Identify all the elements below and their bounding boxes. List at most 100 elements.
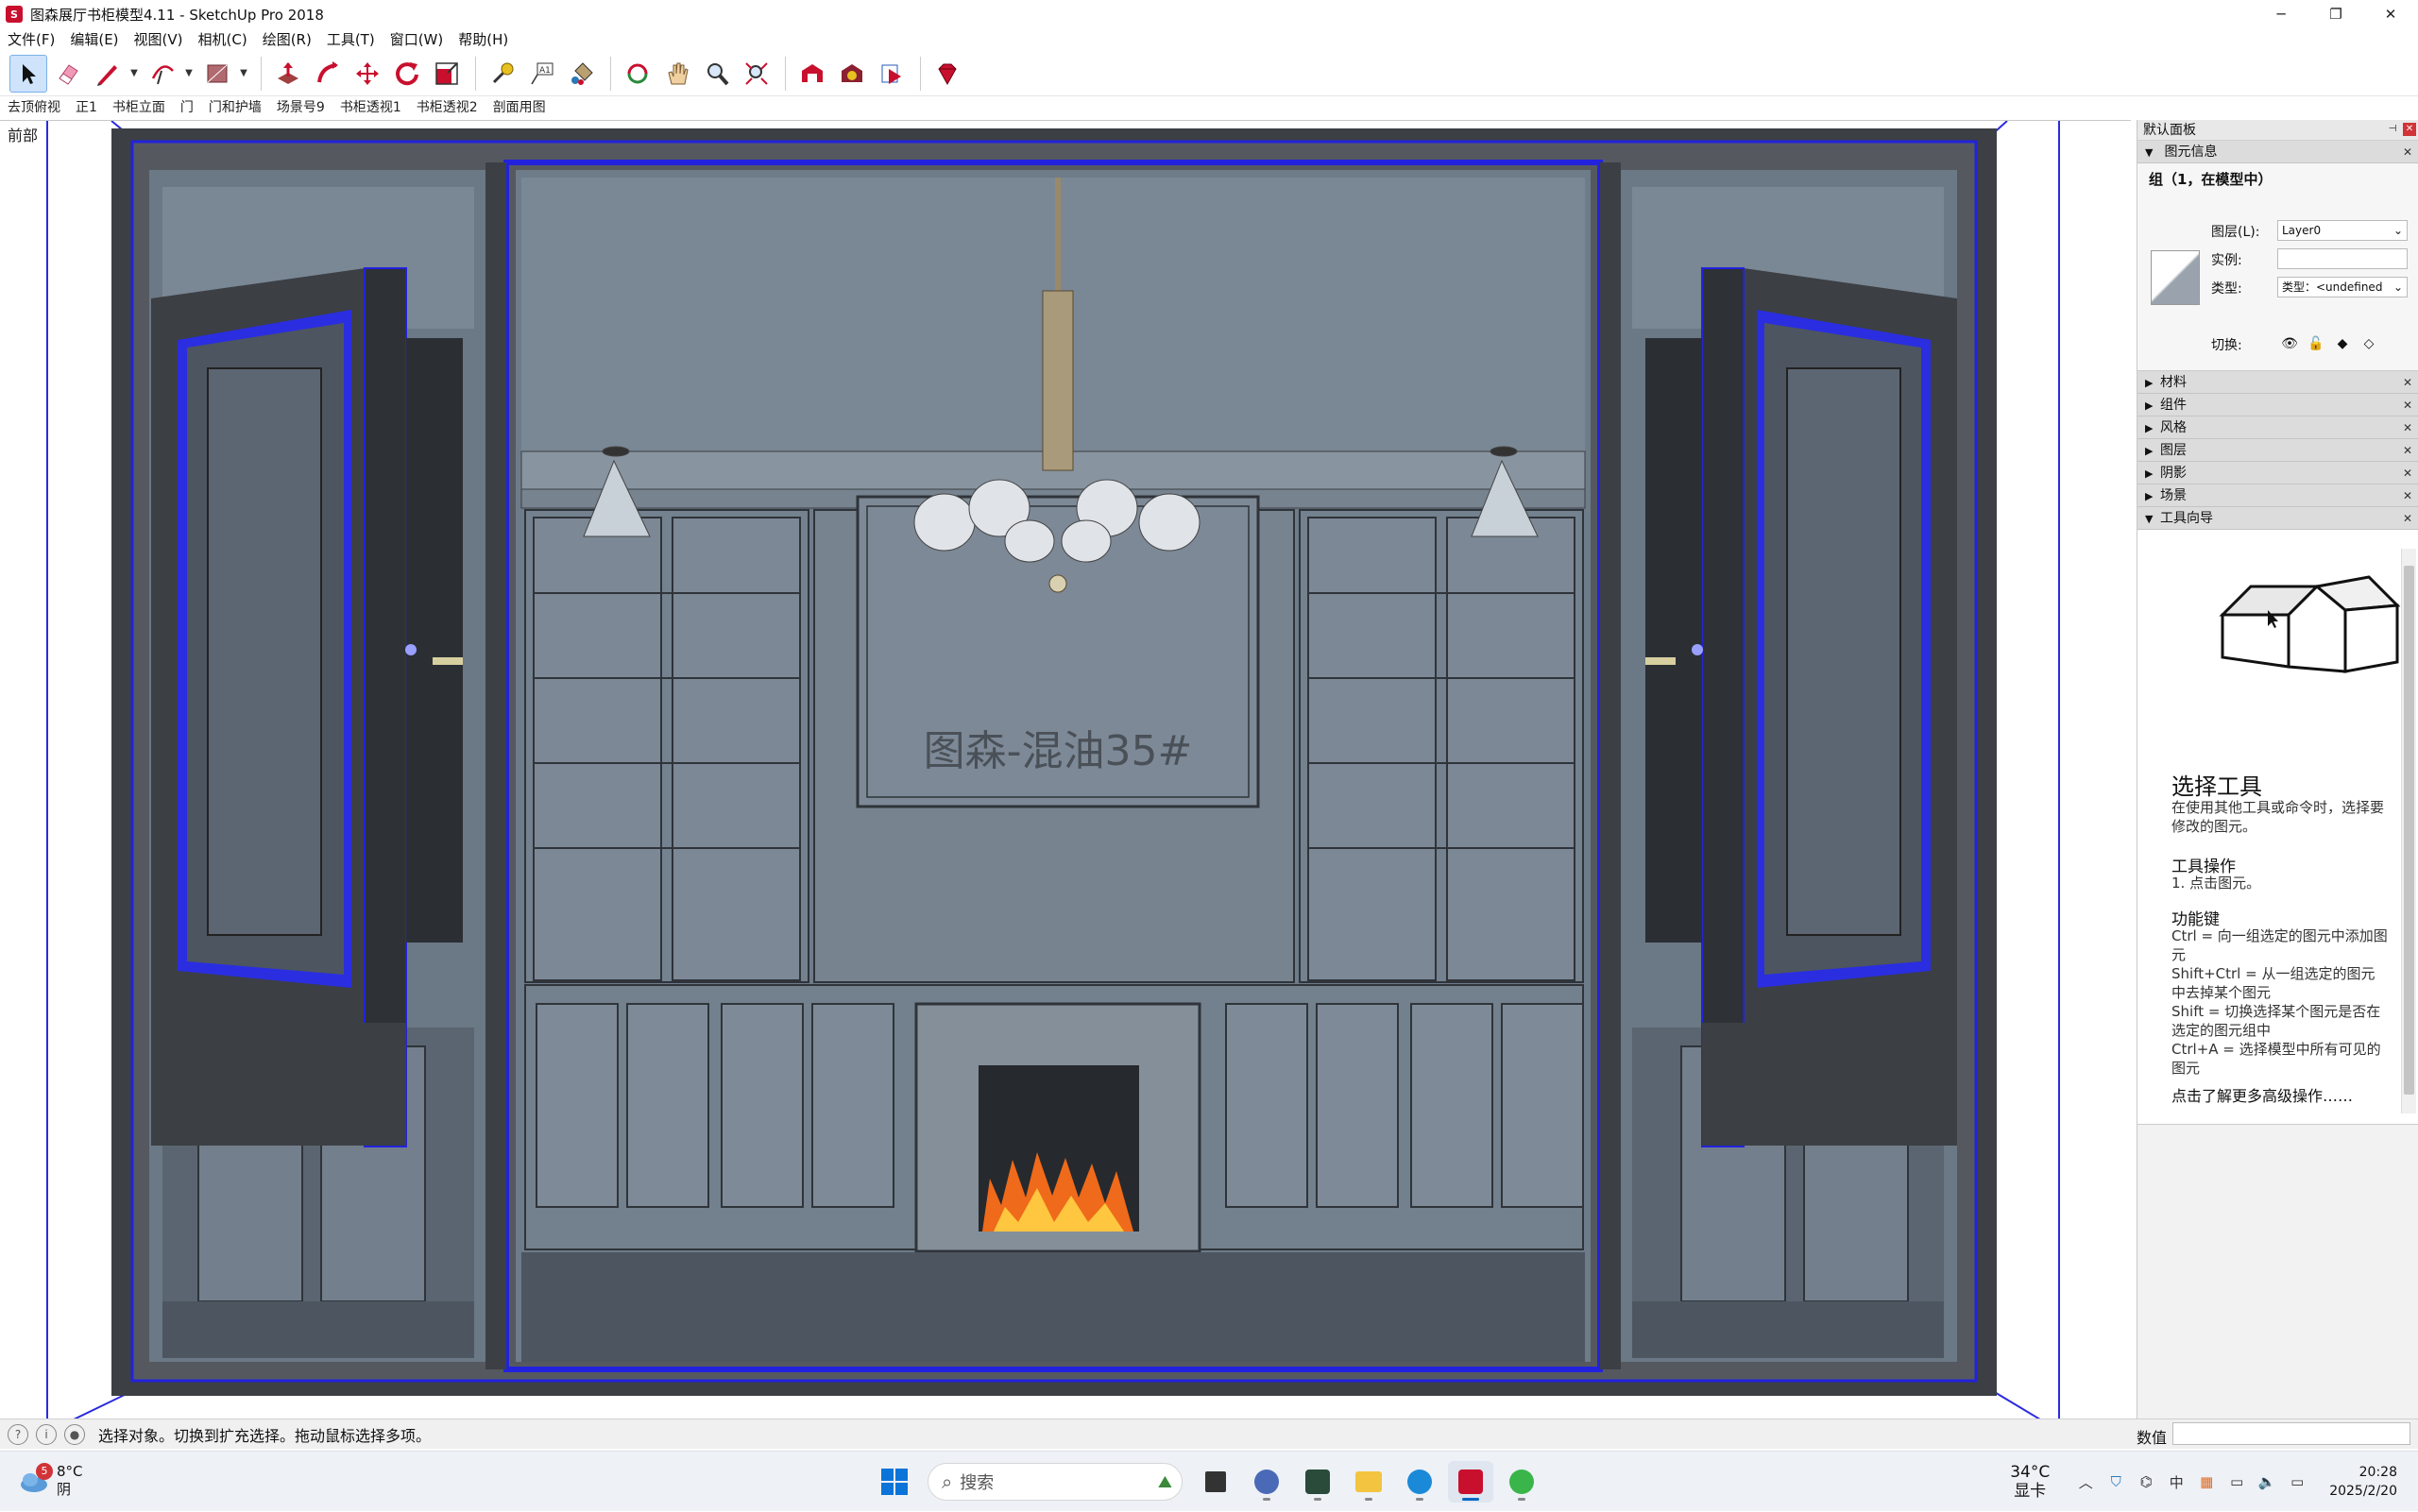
rotate-tool-button[interactable] — [388, 55, 426, 93]
tape-measure-tool-button[interactable] — [484, 55, 521, 93]
taskbar-app-terminal[interactable] — [1295, 1461, 1340, 1503]
shape-tool-button[interactable] — [198, 55, 236, 93]
close-button[interactable]: ✕ — [2363, 0, 2418, 28]
taskbar-app-wechat[interactable] — [1499, 1461, 1544, 1503]
minimize-button[interactable]: ─ — [2254, 0, 2308, 28]
model-render[interactable]: 图森-混油35# — [0, 121, 2131, 1419]
scene-tab[interactable]: 书柜透视2 — [409, 96, 485, 119]
receive-shadows-icon[interactable]: ◆ — [2332, 333, 2353, 354]
tray-materials[interactable]: ▶ 材料 ✕ — [2137, 371, 2418, 394]
instance-input[interactable] — [2277, 248, 2408, 269]
menu-file[interactable]: 文件(F) — [0, 28, 62, 51]
tray-close-icon[interactable]: ✕ — [2403, 462, 2412, 484]
tray-close-icon[interactable]: ✕ — [2403, 439, 2412, 462]
taskbar-app-copilot[interactable] — [1244, 1461, 1289, 1503]
right-bookshelf[interactable] — [1299, 509, 1584, 983]
pan-tool-button[interactable] — [658, 55, 696, 93]
select-tool-button[interactable] — [9, 54, 47, 93]
scene-tab[interactable]: 门和护墙 — [201, 96, 269, 119]
tray-styles[interactable]: ▶ 风格 ✕ — [2137, 416, 2418, 439]
eraser-tool-button[interactable] — [49, 55, 87, 93]
menu-edit[interactable]: 编辑(E) — [62, 28, 126, 51]
start-button[interactable] — [872, 1461, 917, 1503]
right-door-handle[interactable] — [1645, 657, 1676, 665]
show-hidden-icons-chevron-icon[interactable]: ︿ — [2073, 1470, 2098, 1494]
menu-camera[interactable]: 相机(C) — [191, 28, 255, 51]
battery-icon[interactable]: ▭ — [2285, 1470, 2309, 1494]
right-mullion[interactable] — [1600, 162, 1621, 1369]
paint-bucket-tool-button[interactable] — [563, 55, 601, 93]
material-swatch[interactable] — [2151, 250, 2200, 305]
scrollbar-thumb[interactable] — [2404, 566, 2414, 1095]
measurements-input[interactable] — [2172, 1422, 2410, 1445]
taskbar-app-sketchup[interactable] — [1448, 1461, 1493, 1503]
push-pull-tool-button[interactable] — [269, 55, 307, 93]
weather-widget[interactable]: 5 8°C 阴 — [19, 1463, 83, 1499]
move-tool-button[interactable] — [349, 55, 386, 93]
shape-tool-dropdown[interactable]: ▼ — [238, 55, 249, 93]
menu-tools[interactable]: 工具(T) — [319, 28, 383, 51]
tray-shadows[interactable]: ▶ 阴影 ✕ — [2137, 462, 2418, 484]
pin-icon[interactable]: ⊣ — [2386, 123, 2399, 136]
visibility-eye-icon[interactable]: 👁 — [2279, 333, 2300, 354]
tray-close-icon[interactable]: ✕ — [2403, 416, 2412, 439]
tray-close-icon[interactable]: ✕ — [2403, 484, 2412, 507]
arc-tool-dropdown[interactable]: ▼ — [183, 55, 195, 93]
panel-close-icon[interactable]: ✕ — [2403, 123, 2416, 136]
line-tool-button[interactable] — [89, 55, 127, 93]
left-bookshelf[interactable] — [524, 509, 809, 983]
tray-close-icon[interactable]: ✕ — [2403, 371, 2412, 394]
text-tool-button[interactable]: A1 — [523, 55, 561, 93]
zoom-tool-button[interactable] — [698, 55, 736, 93]
tray-components[interactable]: ▶ 组件 ✕ — [2137, 394, 2418, 416]
taskbar-search-box[interactable]: ⌕ 搜索 ⛰ — [928, 1463, 1183, 1501]
type-select[interactable]: 类型：<undefined ⌄ — [2277, 277, 2408, 297]
tray-close-icon[interactable]: ✕ — [2403, 507, 2412, 530]
tray-entity-info[interactable]: ▼ 图元信息 ✕ — [2137, 141, 2418, 163]
layer-select[interactable]: Layer0 ⌄ — [2277, 220, 2408, 241]
network-icon[interactable]: ⌬ — [2134, 1470, 2158, 1494]
follow-me-tool-button[interactable] — [309, 55, 347, 93]
scene-tab[interactable]: 去顶俯视 — [0, 96, 68, 119]
scene-tab[interactable]: 剖面用图 — [485, 96, 553, 119]
taskbar-app-edge[interactable] — [1397, 1461, 1442, 1503]
user-account-icon[interactable]: ● — [64, 1423, 85, 1445]
clock[interactable]: 20:28 2025/2/20 — [2329, 1463, 2397, 1501]
geo-location-icon[interactable]: ? — [8, 1423, 28, 1445]
credits-icon[interactable]: i — [36, 1423, 57, 1445]
task-view-button[interactable] — [1193, 1461, 1238, 1503]
tray-instructor[interactable]: ▼ 工具向导 ✕ — [2137, 507, 2418, 530]
menu-draw[interactable]: 绘图(R) — [255, 28, 319, 51]
restore-button[interactable]: ❐ — [2308, 0, 2363, 28]
scene-tab[interactable]: 场景号9 — [269, 96, 332, 119]
gpu-temperature[interactable]: 34°C 显卡 — [2010, 1463, 2050, 1501]
scene-tab[interactable]: 门 — [173, 96, 201, 119]
line-tool-dropdown[interactable]: ▼ — [128, 55, 140, 93]
arc-tool-button[interactable] — [144, 55, 181, 93]
cast-shadows-icon[interactable]: ◇ — [2358, 333, 2379, 354]
menu-view[interactable]: 视图(V) — [127, 28, 191, 51]
taskbar-app-file-explorer[interactable] — [1346, 1461, 1391, 1503]
left-mullion[interactable] — [485, 162, 506, 1369]
learn-more-link[interactable]: 点击了解更多高级操作…… — [2171, 1087, 2370, 1106]
tray-close-icon[interactable]: ✕ — [2403, 394, 2412, 416]
zoom-extents-tool-button[interactable] — [738, 55, 775, 93]
menu-window[interactable]: 窗口(W) — [383, 28, 451, 51]
warehouse-tool-button[interactable] — [793, 55, 831, 93]
instructor-scrollbar[interactable] — [2401, 549, 2416, 1113]
scene-tab[interactable]: 书柜立面 — [105, 96, 173, 119]
app-tray-icon[interactable]: ▦ — [2194, 1470, 2219, 1494]
ime-indicator[interactable]: 中 — [2164, 1470, 2188, 1494]
extension-warehouse-tool-button[interactable] — [833, 55, 871, 93]
security-shield-icon[interactable]: ⛉ — [2103, 1470, 2128, 1494]
scale-tool-button[interactable] — [428, 55, 466, 93]
drawing-viewport[interactable]: 图森-混油35# 前部 — [0, 120, 2131, 1419]
tray-layers[interactable]: ▶ 图层 ✕ — [2137, 439, 2418, 462]
tray-scenes[interactable]: ▶ 场景 ✕ — [2137, 484, 2418, 507]
tray-close-icon[interactable]: ✕ — [2403, 141, 2412, 163]
lock-icon[interactable]: 🔓 — [2306, 333, 2326, 354]
ruby-console-button[interactable] — [928, 55, 966, 93]
menu-help[interactable]: 帮助(H) — [451, 28, 516, 51]
orbit-tool-button[interactable] — [619, 55, 656, 93]
layout-tool-button[interactable] — [873, 55, 911, 93]
